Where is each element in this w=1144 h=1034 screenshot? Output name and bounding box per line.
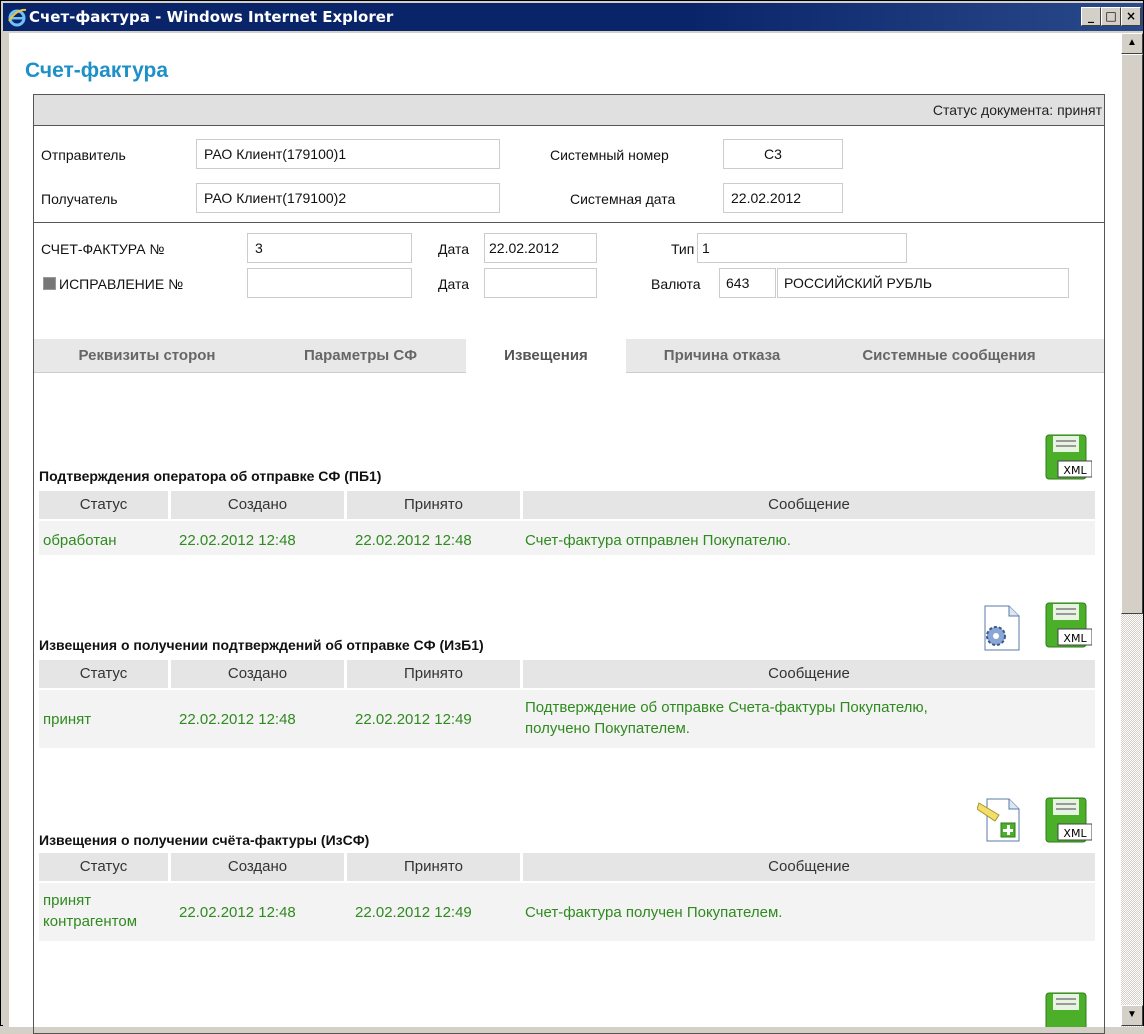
vertical-scrollbar[interactable]: ▲ ▼ [1121, 33, 1143, 1027]
sysdate-label: Системная дата [570, 191, 676, 207]
xml-save-icon[interactable]: XML [1044, 796, 1092, 844]
currency-name-field[interactable]: РОССИЙСКИЙ РУБЛЬ [777, 268, 1069, 298]
row-created: 22.02.2012 12:48 [179, 904, 296, 921]
tab-system-messages[interactable]: Системные сообщения [814, 339, 1084, 373]
internet-explorer-icon [8, 8, 27, 27]
tab-invoice-params[interactable]: Параметры СФ [258, 339, 463, 373]
svg-text:XML: XML [1063, 464, 1087, 477]
sysdate-field[interactable]: 22.02.2012 [723, 183, 843, 213]
correction-number-field[interactable] [247, 268, 412, 298]
col-accepted: Принято [347, 853, 523, 881]
table-row: принят контрагентом 22.02.2012 12:48 22.… [39, 883, 1095, 941]
xml-save-icon[interactable]: XML [1044, 601, 1092, 649]
table-row: обработан 22.02.2012 12:48 22.02.2012 12… [39, 521, 1095, 555]
row-message-line2: получено Покупателем. [525, 720, 690, 737]
tab-bar: Реквизиты сторон Параметры СФ Извещения … [34, 339, 1104, 374]
row-message: Счет-фактура отправлен Покупателю. [525, 532, 791, 549]
scroll-down-icon[interactable]: ▼ [1121, 1005, 1143, 1026]
scroll-up-icon[interactable]: ▲ [1121, 33, 1143, 54]
minimize-button[interactable]: _ [1081, 7, 1101, 26]
col-created: Создано [171, 491, 347, 519]
sender-label: Отправитель [41, 147, 126, 163]
status-bar: Статус документа: принят [34, 95, 1104, 126]
scroll-thumb[interactable] [1121, 54, 1143, 614]
svg-text:XML: XML [1063, 827, 1087, 840]
section-title-izb1: Извещения о получении подтверждений об о… [39, 637, 484, 653]
svg-text:XML: XML [1063, 632, 1087, 645]
window-title: Счет-фактура - Windows Internet Explorer [29, 8, 394, 26]
row-created: 22.02.2012 12:48 [179, 532, 296, 549]
document-status: Статус документа: принят [932, 102, 1102, 118]
tab-party-details[interactable]: Реквизиты сторон [42, 339, 252, 373]
currency-code-field[interactable]: 643 [719, 268, 776, 298]
invoice-number-field[interactable]: 3 [247, 233, 412, 263]
row-created: 22.02.2012 12:48 [179, 711, 296, 728]
col-status: Статус [39, 491, 171, 519]
row-message: Счет-фактура получен Покупателем. [525, 904, 783, 921]
table-header: Статус Создано Принято Сообщение [39, 491, 1095, 519]
correction-date-label: Дата [438, 276, 470, 292]
invoice-number-label: СЧЕТ-ФАКТУРА № [41, 241, 165, 257]
recipient-field[interactable]: РАО Клиент(179100)2 [196, 183, 500, 213]
window-titlebar[interactable]: Счет-фактура - Windows Internet Explorer… [3, 3, 1143, 31]
col-accepted: Принято [347, 491, 523, 519]
ie-window: Счет-фактура - Windows Internet Explorer… [0, 0, 1144, 1034]
table-header: Статус Создано Принято Сообщение [39, 660, 1095, 688]
col-accepted: Принято [347, 660, 523, 688]
invoice-date-field[interactable]: 22.02.2012 [484, 233, 597, 263]
row-accepted: 22.02.2012 12:49 [355, 904, 472, 921]
sysnum-field[interactable]: С3 [723, 139, 843, 169]
xml-save-icon[interactable] [1044, 991, 1092, 1027]
row-accepted: 22.02.2012 12:48 [355, 532, 472, 549]
correction-checkbox[interactable] [43, 277, 56, 290]
col-message: Сообщение [768, 665, 850, 682]
col-message: Сообщение [768, 858, 850, 875]
add-document-icon[interactable] [977, 795, 1023, 843]
correction-label: ИСПРАВЛЕНИЕ № [59, 276, 184, 292]
row-status: принят [43, 711, 92, 728]
row-message-line1: Подтверждение об отправке Счета-фактуры … [525, 699, 928, 716]
invoice-date-label: Дата [438, 241, 470, 257]
gear-document-icon[interactable] [979, 604, 1023, 652]
maximize-button[interactable]: □ [1101, 7, 1121, 26]
currency-label: Валюта [651, 276, 701, 292]
close-button[interactable]: × [1121, 7, 1141, 26]
tab-notifications[interactable]: Извещения [466, 339, 626, 374]
row-status-line2: контрагентом [43, 913, 138, 930]
table-row: принят 22.02.2012 12:48 22.02.2012 12:49… [39, 690, 1095, 748]
row-status-line1: принят [43, 892, 92, 909]
type-field[interactable]: 1 [697, 233, 907, 263]
recipient-label: Получатель [41, 191, 118, 207]
col-message: Сообщение [768, 496, 850, 513]
sender-field[interactable]: РАО Клиент(179100)1 [196, 139, 500, 169]
row-status: обработан [43, 532, 117, 549]
page-title: Счет-фактура [25, 59, 169, 82]
xml-save-icon[interactable]: XML [1044, 433, 1092, 481]
correction-date-field[interactable] [484, 268, 597, 298]
col-status: Статус [39, 853, 171, 881]
col-created: Создано [171, 660, 347, 688]
divider [34, 222, 1104, 223]
sysnum-label: Системный номер [550, 147, 669, 163]
row-accepted: 22.02.2012 12:49 [355, 711, 472, 728]
col-status: Статус [39, 660, 171, 688]
tab-reject-reason[interactable]: Причина отказа [632, 339, 812, 373]
table-header: Статус Создано Принято Сообщение [39, 853, 1095, 881]
section-title-pb1: Подтверждения оператора об отправке СФ (… [39, 468, 382, 484]
col-created: Создано [171, 853, 347, 881]
section-title-izsf: Извещения о получении счёта-фактуры (ИзС… [39, 832, 370, 848]
type-label: Тип [671, 241, 695, 257]
